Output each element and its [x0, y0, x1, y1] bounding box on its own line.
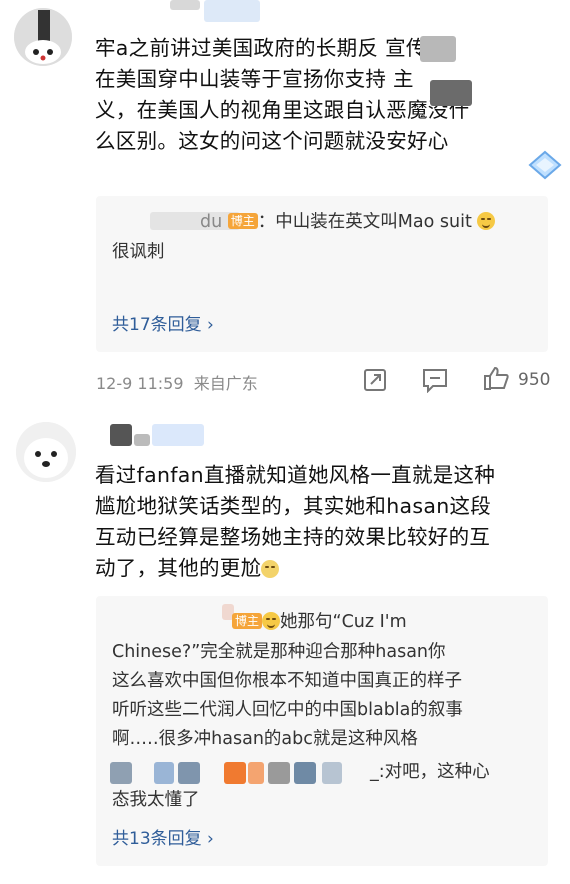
username-blur: [294, 762, 316, 784]
sub-reply-text: 态我太懂了: [112, 790, 200, 810]
smile-icon: [477, 212, 496, 230]
reply-text: du 博主 ：中山装在英文叫Mao suit: [200, 208, 540, 237]
username-blur: [322, 762, 342, 784]
like-icon[interactable]: [482, 365, 510, 391]
reply-text-body: Chinese?”完全就是那种迎合那种hasan你 这么喜欢中国但你根本不知道中…: [112, 642, 463, 749]
more-replies-link[interactable]: 共17条回复 ›: [112, 310, 214, 335]
censor-blur: [420, 36, 456, 62]
username-blur: [248, 762, 264, 784]
avatar[interactable]: [16, 422, 76, 482]
reply-text-line2: 很讽刺: [112, 242, 165, 262]
username-blur: [178, 762, 200, 784]
more-replies-link[interactable]: 共13条回复 ›: [112, 824, 214, 849]
awkward-icon: [261, 560, 280, 578]
badge-blur: [204, 0, 260, 22]
blogger-tag: 博主: [232, 613, 263, 629]
reply-author[interactable]: du: [200, 212, 222, 232]
dog-avatar-icon: [14, 8, 72, 66]
blogger-tag: 博主: [227, 213, 258, 229]
reply-box: du 博主 ：中山装在英文叫Mao suit 很讽刺 共17条回复 ›: [96, 196, 548, 352]
comment-text: 牢a之前讲过美国政府的长期反 宣传下 在美国穿中山装等于宣扬你支持 主 义，在美…: [95, 36, 470, 153]
timestamp: 12-9 11:59 来自广东: [96, 374, 258, 393]
reply-text: 博主 她那句“Cuz I'm: [232, 608, 407, 637]
comment-text: 看过fanfan直播就知道她风格一直就是这种 尴尬地狱笑话类型的，其实她和has…: [95, 463, 496, 580]
sub-reply-text: _:对吧，这种心: [370, 762, 490, 782]
username-blur: [154, 762, 174, 784]
smile-icon: [262, 612, 281, 630]
censor-blur: [430, 80, 472, 106]
avatar[interactable]: [14, 8, 72, 66]
badge-blur: [152, 424, 204, 446]
username-blur: [110, 762, 132, 784]
reply-box: 博主 她那句“Cuz I'm Chinese?”完全就是那种迎合那种hasan你 …: [96, 596, 548, 866]
username-blur: [224, 762, 246, 784]
username-blur: [110, 424, 132, 446]
username-blur: [268, 762, 290, 784]
comment-icon[interactable]: [421, 367, 449, 393]
like-count: 950: [518, 370, 551, 390]
username-blur: [134, 434, 150, 446]
share-icon[interactable]: [362, 367, 388, 393]
samoyed-avatar-icon: [16, 422, 76, 482]
diamond-icon: [528, 150, 562, 180]
username-blur: [170, 0, 200, 10]
